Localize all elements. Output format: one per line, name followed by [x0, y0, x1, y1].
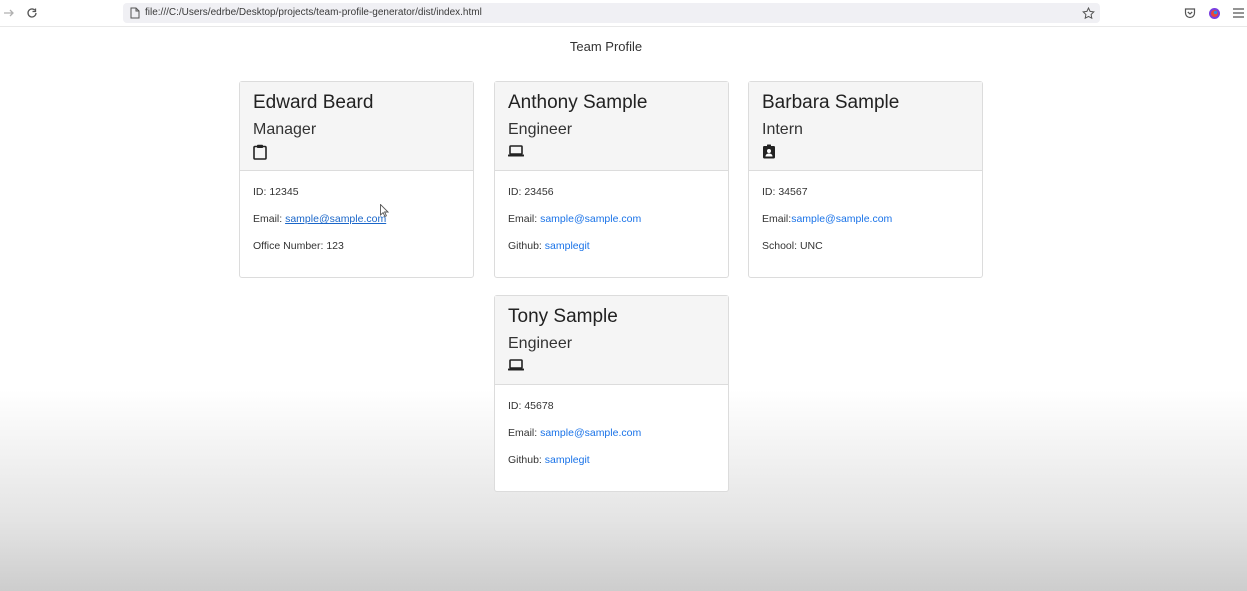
pocket-icon[interactable] [1182, 5, 1198, 21]
firefox-account-icon[interactable] [1206, 5, 1222, 21]
email-label: Email: [508, 427, 541, 439]
laptop-icon [508, 144, 524, 160]
employee-role: Intern [762, 121, 803, 138]
employee-id: ID: 34567 [762, 186, 808, 198]
mouse-cursor-icon [380, 203, 390, 222]
email-label: Email: [762, 213, 792, 225]
card-body: ID: 34567 Email:sample@sample.com School… [749, 171, 982, 267]
id-badge-icon [762, 144, 778, 160]
forward-arrow-icon[interactable] [1, 5, 17, 21]
card-body: ID: 12345 Email: sample@sample.com Offic… [240, 171, 473, 267]
card-header: Barbara Sample Intern [749, 82, 982, 171]
email-label: Email: [253, 213, 286, 225]
email-label: Email: [508, 213, 541, 225]
office-number: Office Number: 123 [253, 240, 344, 252]
employee-email-row: Email: sample@sample.com [253, 213, 460, 240]
card-header: Anthony Sample Engineer [495, 82, 728, 171]
github-row: Github: samplegit [508, 454, 715, 481]
card-header: Tony Sample Engineer [495, 296, 728, 385]
menu-hamburger-icon[interactable] [1230, 5, 1246, 21]
github-link[interactable]: samplegit [545, 454, 590, 466]
card-header: Edward Beard Manager [240, 82, 473, 171]
address-bar[interactable]: file:///C:/Users/edrbe/Desktop/projects/… [123, 3, 1100, 23]
employee-id: ID: 12345 [253, 186, 299, 198]
employee-id: ID: 45678 [508, 400, 554, 412]
employee-card-engineer: Tony Sample Engineer ID: 45678 Email: sa… [494, 295, 729, 492]
github-label: Github: [508, 454, 545, 466]
employee-id: ID: 23456 [508, 186, 554, 198]
github-label: Github: [508, 240, 545, 252]
email-link[interactable]: sample@sample.com [540, 213, 641, 225]
card-body: ID: 45678 Email: sample@sample.com Githu… [495, 385, 728, 481]
employee-role: Manager [253, 121, 317, 138]
employee-card-intern: Barbara Sample Intern ID: 34567 Email:sa… [748, 81, 983, 278]
email-link[interactable]: sample@sample.com [791, 213, 892, 225]
github-link[interactable]: samplegit [545, 240, 590, 252]
employee-name: Tony Sample [508, 306, 618, 327]
file-page-icon [127, 5, 143, 21]
employee-name: Barbara Sample [762, 92, 900, 113]
employee-name: Anthony Sample [508, 92, 648, 113]
url-text: file:///C:/Users/edrbe/Desktop/projects/… [145, 7, 482, 18]
school: School: UNC [762, 240, 823, 252]
employee-name: Edward Beard [253, 92, 374, 113]
email-link[interactable]: sample@sample.com [285, 213, 386, 225]
clipboard-icon [253, 144, 269, 160]
page-title: Team Profile [569, 39, 643, 54]
employee-role: Engineer [508, 121, 573, 138]
email-link[interactable]: sample@sample.com [540, 427, 641, 439]
card-body: ID: 23456 Email: sample@sample.com Githu… [495, 171, 728, 267]
employee-card-manager: Edward Beard Manager ID: 12345 Email: sa… [239, 81, 474, 278]
employee-email-row: Email:sample@sample.com [762, 213, 969, 240]
employee-role: Engineer [508, 335, 573, 352]
employee-card-engineer: Anthony Sample Engineer ID: 23456 Email:… [494, 81, 729, 278]
laptop-icon [508, 358, 524, 374]
bookmark-star-icon[interactable] [1080, 5, 1096, 21]
github-row: Github: samplegit [508, 240, 715, 267]
employee-email-row: Email: sample@sample.com [508, 427, 715, 454]
employee-email-row: Email: sample@sample.com [508, 213, 715, 240]
reload-icon[interactable] [24, 5, 40, 21]
browser-toolbar: file:///C:/Users/edrbe/Desktop/projects/… [0, 0, 1247, 27]
